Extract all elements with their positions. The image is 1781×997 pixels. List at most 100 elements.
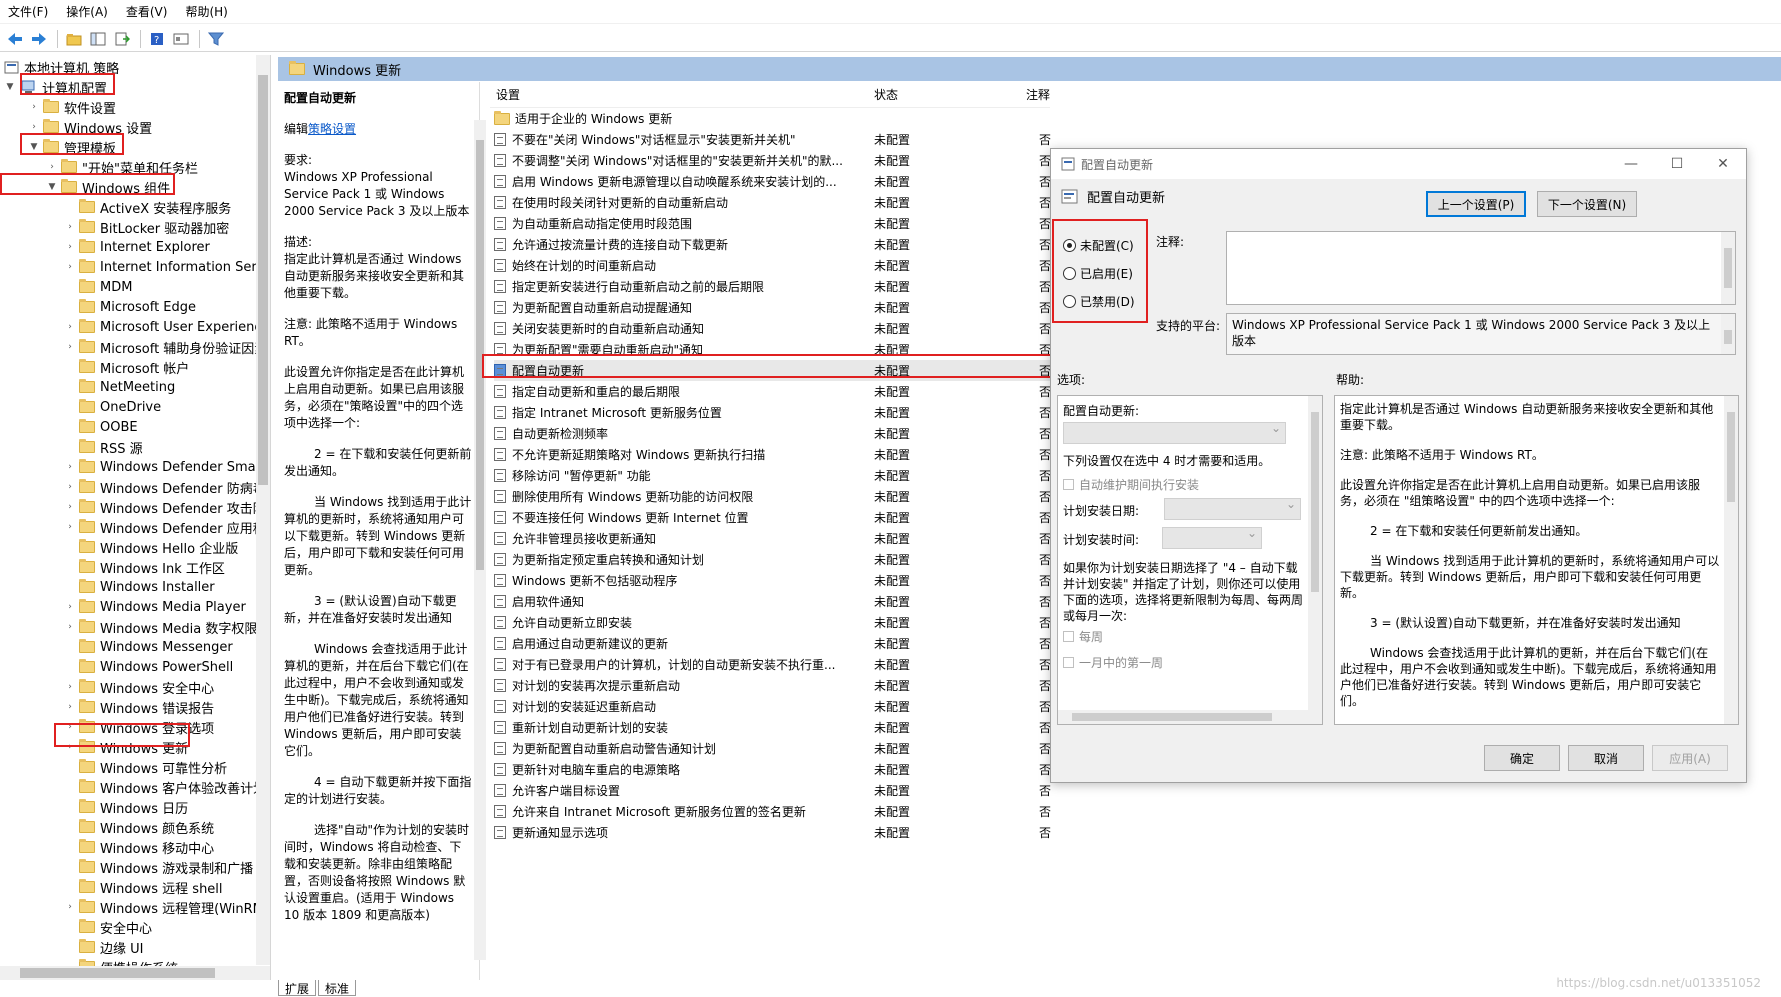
tab-extended[interactable]: 扩展	[278, 980, 316, 996]
tree-item[interactable]: Windows 远程 shell	[64, 877, 223, 897]
menu-action[interactable]: 操作(A)	[66, 3, 108, 20]
chevron-right-icon[interactable]: ›	[64, 482, 76, 492]
config-dropdown[interactable]	[1063, 422, 1286, 444]
tree-item[interactable]: ›BitLocker 驱动器加密	[64, 217, 229, 237]
tree-item[interactable]: 安全中心	[64, 917, 152, 937]
back-icon[interactable]	[4, 29, 26, 49]
export-list-icon[interactable]	[111, 29, 133, 49]
menu-help[interactable]: 帮助(H)	[185, 3, 227, 20]
prev-setting-button[interactable]: 上一个设置(P)	[1426, 191, 1526, 217]
list-row[interactable]: 更新针对电脑车重启的电源策略未配置否	[494, 759, 1054, 780]
list-row[interactable]: 关闭安装更新时的自动重新启动通知未配置否	[494, 318, 1054, 339]
tree-item[interactable]: Windows Ink 工作区	[64, 557, 225, 577]
tree-item[interactable]: ›Internet Information Servic	[64, 257, 271, 277]
tree-item[interactable]: Windows 移动中心	[64, 837, 214, 857]
tree-horizontal-scrollbar[interactable]	[0, 966, 271, 980]
tree-item[interactable]: ›Windows Defender 应用程	[64, 517, 266, 537]
tree-item[interactable]: Windows 游戏录制和广播	[64, 857, 253, 877]
tree-item[interactable]: Microsoft Edge	[64, 297, 196, 317]
tree-vertical-scrollbar[interactable]	[256, 55, 270, 965]
tab-standard[interactable]: 标准	[318, 980, 356, 996]
help-icon[interactable]: ?	[146, 29, 168, 49]
desc-scrollbar[interactable]	[474, 120, 486, 960]
list-row[interactable]: 删除使用所有 Windows 更新功能的访问权限未配置否	[494, 486, 1054, 507]
show-hide-tree-icon[interactable]	[87, 29, 109, 49]
list-row[interactable]: Windows 更新不包括驱动程序未配置否	[494, 570, 1054, 591]
chevron-right-icon[interactable]: ›	[64, 322, 76, 332]
list-row[interactable]: 为自动重新启动指定使用时段范围未配置否	[494, 213, 1054, 234]
tree-item[interactable]: NetMeeting	[64, 377, 175, 397]
list-row[interactable]: 自动更新检测频率未配置否	[494, 423, 1054, 444]
tree-item[interactable]: 边缘 UI	[64, 937, 143, 957]
list-row[interactable]: 移除访问 "暂停更新" 功能未配置否	[494, 465, 1054, 486]
maximize-icon[interactable]: ☐	[1654, 156, 1700, 172]
chevron-right-icon[interactable]: ›	[64, 522, 76, 532]
list-row[interactable]: 重新计划自动更新计划的安装未配置否	[494, 717, 1054, 738]
properties-icon[interactable]	[170, 29, 192, 49]
next-setting-button[interactable]: 下一个设置(N)	[1537, 191, 1637, 217]
apply-button[interactable]: 应用(A)	[1652, 745, 1728, 771]
tree-item[interactable]: ›Internet Explorer	[64, 237, 210, 257]
tree-item[interactable]: Windows 日历	[64, 797, 188, 817]
list-row[interactable]: 始终在计划的时间重新启动未配置否	[494, 255, 1054, 276]
tree-item[interactable]: ›Windows Media 数字权限管	[64, 617, 270, 637]
filter-icon[interactable]	[205, 29, 227, 49]
list-row[interactable]: 对计划的安装再次提示重新启动未配置否	[494, 675, 1054, 696]
chevron-right-icon[interactable]: ›	[28, 122, 40, 132]
chevron-right-icon[interactable]: ›	[46, 162, 58, 172]
tree-item[interactable]: Windows 颜色系统	[64, 817, 214, 837]
list-row[interactable]: 启用通过自动更新建议的更新未配置否	[494, 633, 1054, 654]
chevron-right-icon[interactable]: ›	[64, 602, 76, 612]
list-row[interactable]: 不要在"关闭 Windows"对话框显示"安装更新并关机"未配置否	[494, 129, 1054, 150]
first-week-checkbox[interactable]: 一月中的第一周	[1063, 654, 1163, 671]
menu-file[interactable]: 文件(F)	[8, 3, 48, 20]
tree-item[interactable]: ActiveX 安装程序服务	[64, 197, 231, 217]
tree-item[interactable]: ›Microsoft 辅助身份验证因素	[64, 337, 267, 357]
list-row[interactable]: 不要连接任何 Windows 更新 Internet 位置未配置否	[494, 507, 1054, 528]
chevron-right-icon[interactable]: ›	[64, 702, 76, 712]
tree-item[interactable]: RSS 源	[64, 437, 143, 457]
forward-icon[interactable]	[28, 29, 50, 49]
chevron-right-icon[interactable]: ›	[64, 502, 76, 512]
menu-view[interactable]: 查看(V)	[126, 3, 168, 20]
cancel-button[interactable]: 取消	[1568, 745, 1644, 771]
chevron-right-icon[interactable]: ›	[64, 222, 76, 232]
chevron-right-icon[interactable]: ›	[64, 682, 76, 692]
help-scrollbar[interactable]	[1724, 396, 1738, 724]
list-row[interactable]: 不要调整"关闭 Windows"对话框里的"安装更新并关机"的默...未配置否	[494, 150, 1054, 171]
list-row[interactable]: 允许通过按流量计费的连接自动下载更新未配置否	[494, 234, 1054, 255]
comment-textarea[interactable]	[1226, 231, 1736, 305]
tree-item[interactable]: ›Windows 错误报告	[64, 697, 214, 717]
list-row[interactable]: 启用 Windows 更新电源管理以自动唤醒系统来安装计划的...未配置否	[494, 171, 1054, 192]
tree-item[interactable]: Windows Installer	[64, 577, 215, 597]
up-folder-icon[interactable]	[63, 29, 85, 49]
list-row[interactable]: 在使用时段关闭针对更新的自动重新启动未配置否	[494, 192, 1054, 213]
list-row[interactable]: 不允许更新延期策略对 Windows 更新执行扫描未配置否	[494, 444, 1054, 465]
tree-item[interactable]: MDM	[64, 277, 132, 297]
list-row[interactable]: 为更新配置自动重新启动警告通知计划未配置否	[494, 738, 1054, 759]
chevron-right-icon[interactable]: ›	[64, 902, 76, 912]
maintenance-checkbox[interactable]: 自动维护期间执行安装	[1063, 476, 1199, 493]
ok-button[interactable]: 确定	[1484, 745, 1560, 771]
col-note[interactable]: 注释	[1026, 86, 1050, 103]
chevron-right-icon[interactable]: ›	[64, 622, 76, 632]
list-row[interactable]: 允许来自 Intranet Microsoft 更新服务位置的签名更新未配置否	[494, 801, 1054, 822]
tree-item[interactable]: Windows Hello 企业版	[64, 537, 238, 557]
tree-item[interactable]: Microsoft 帐户	[64, 357, 189, 377]
tree-item[interactable]: ›Windows 远程管理(WinRM)	[64, 897, 269, 917]
options-scrollbar[interactable]	[1308, 396, 1322, 710]
list-folder-row[interactable]: 适用于企业的 Windows 更新	[494, 108, 1054, 129]
tree-item[interactable]: OneDrive	[64, 397, 161, 417]
chevron-right-icon[interactable]: ›	[64, 342, 76, 352]
list-row[interactable]: 允许客户端目标设置未配置否	[494, 780, 1054, 801]
chevron-right-icon[interactable]: ›	[64, 262, 76, 272]
chevron-right-icon[interactable]: ›	[28, 102, 40, 112]
list-row[interactable]: 更新通知显示选项未配置否	[494, 822, 1054, 843]
tree-item[interactable]: Windows 可靠性分析	[64, 757, 227, 777]
list-row[interactable]: 允许非管理员接收更新通知未配置否	[494, 528, 1054, 549]
tree-item[interactable]: ›Microsoft User Experience	[64, 317, 270, 337]
list-row[interactable]: 指定更新安装进行自动重新启动之前的最后期限未配置否	[494, 276, 1054, 297]
list-row[interactable]: 为更新配置自动重新启动提醒通知未配置否	[494, 297, 1054, 318]
tree-item[interactable]: ›Windows Media Player	[64, 597, 246, 617]
list-row[interactable]: 对计划的安装延迟重新启动未配置否	[494, 696, 1054, 717]
